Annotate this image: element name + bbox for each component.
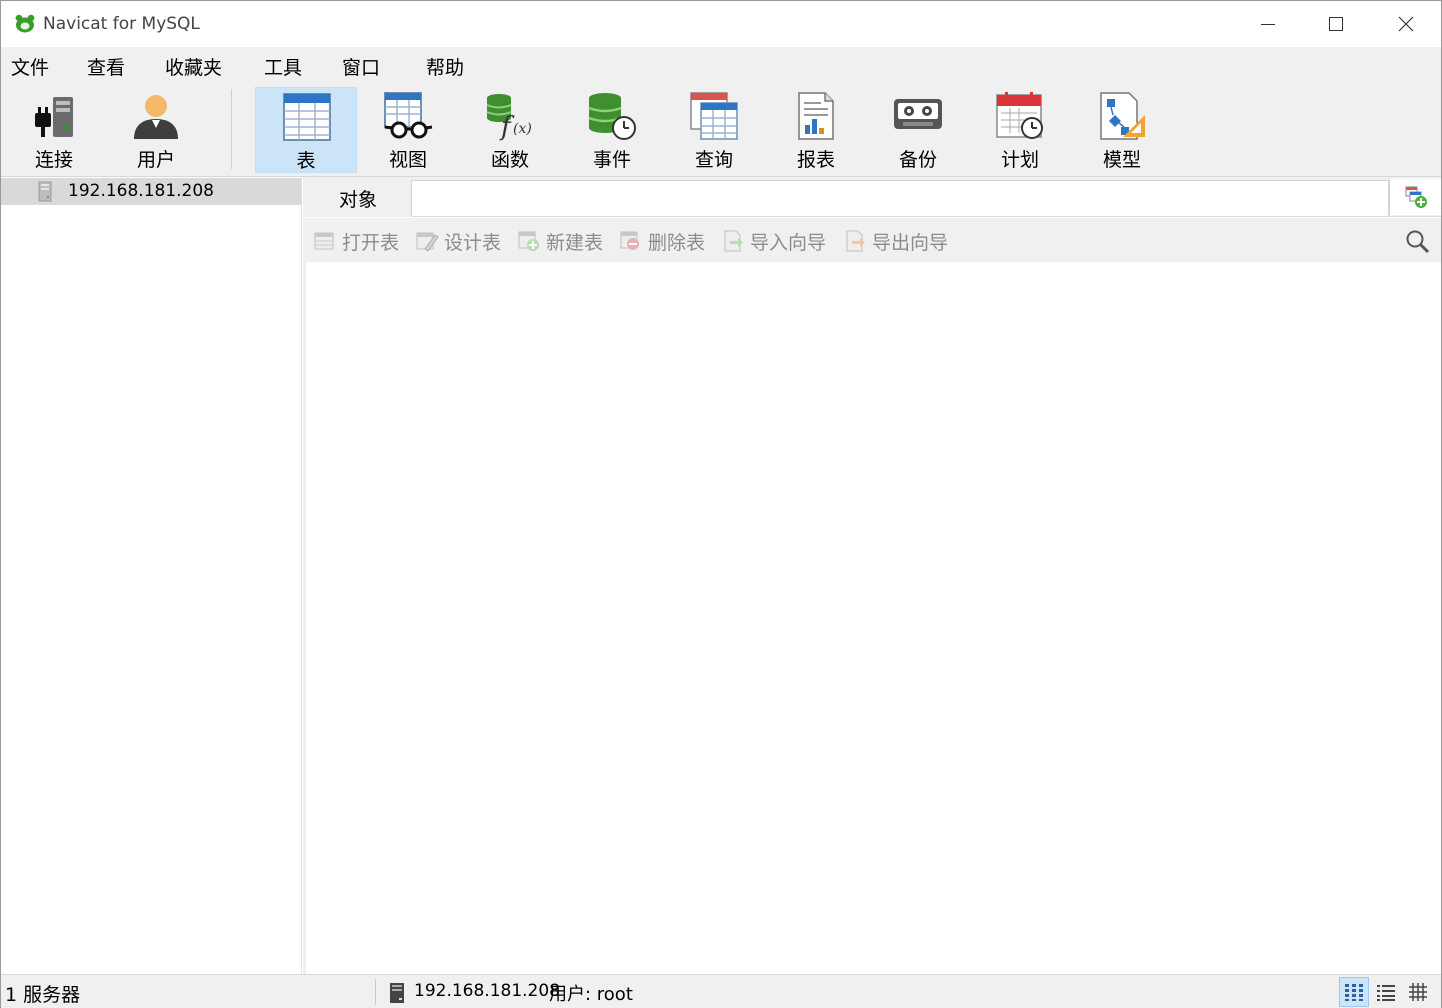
query-label: 查询 <box>694 149 733 171</box>
status-divider <box>375 979 376 1005</box>
import-wizard-button[interactable]: 导入向导 <box>721 227 826 255</box>
connection-item[interactable]: 192.168.181.208 <box>1 178 301 205</box>
user-button[interactable]: 用户 <box>105 87 207 173</box>
tab-objects-label: 对象 <box>339 189 378 211</box>
search-button[interactable] <box>1405 229 1431 259</box>
new-tab-icon <box>1405 186 1427 208</box>
minimize-icon <box>1261 24 1275 25</box>
table-label: 表 <box>296 150 316 172</box>
backup-cassette-icon <box>894 99 942 129</box>
server-count: 1 服务器 <box>5 984 81 1006</box>
menu-bar: 文件 查看 收藏夹 工具 窗口 帮助 <box>1 47 1441 83</box>
new-table-label: 新建表 <box>546 231 604 254</box>
schedule-label: 计划 <box>1000 149 1039 171</box>
menu-tools[interactable]: 工具 <box>264 53 302 80</box>
import-wizard-label: 导入向导 <box>750 231 827 254</box>
view-label: 视图 <box>388 149 427 171</box>
plug-icon <box>35 97 73 137</box>
new-tab-button[interactable] <box>1389 179 1441 215</box>
grid-view-button[interactable] <box>1339 977 1369 1007</box>
view-button[interactable]: 视图 <box>357 87 459 173</box>
detail-view-button[interactable] <box>1403 977 1433 1007</box>
connect-label: 连接 <box>34 149 73 171</box>
design-table-button[interactable]: 设计表 <box>415 227 501 255</box>
backup-button[interactable]: 备份 <box>867 87 969 173</box>
event-label: 事件 <box>592 149 631 171</box>
menu-favorites[interactable]: 收藏夹 <box>165 53 222 80</box>
window-title: Navicat for MySQL <box>43 14 200 34</box>
connection-label: 192.168.181.208 <box>68 181 215 201</box>
event-clock-icon <box>588 93 636 140</box>
model-icon <box>1100 92 1145 140</box>
table-icon <box>283 93 331 141</box>
export-wizard-button[interactable]: 导出向导 <box>843 227 948 255</box>
delete-table-button[interactable]: 删除表 <box>619 227 705 255</box>
svg-text:(x): (x) <box>513 121 532 137</box>
export-icon <box>846 230 865 252</box>
app-window: Navicat for MySQL 文件 查看 收藏夹 工具 窗口 帮助 连接 … <box>0 0 1442 1008</box>
tab-objects[interactable]: 对象 <box>303 177 411 217</box>
function-icon: f (x) <box>486 94 532 141</box>
user-label: 用户 <box>136 149 175 171</box>
maximize-button[interactable] <box>1301 1 1371 47</box>
close-icon <box>1398 16 1414 32</box>
design-table-icon <box>416 232 439 252</box>
new-table-button[interactable]: 新建表 <box>517 227 603 255</box>
import-icon <box>724 230 743 252</box>
navicat-logo-icon <box>15 14 35 33</box>
report-label: 报表 <box>796 149 835 171</box>
object-tab-bar: 对象 <box>303 177 1441 217</box>
open-table-button[interactable]: 打开表 <box>313 227 399 255</box>
list-view-button[interactable] <box>1371 977 1401 1007</box>
report-icon <box>798 92 834 140</box>
function-button[interactable]: f (x) 函数 <box>459 87 561 173</box>
table-button[interactable]: 表 <box>255 87 357 173</box>
status-host: 192.168.181.208 <box>414 981 561 1001</box>
main-toolbar: 连接 用户 表 视图 f (x) 函数 事件 查询 报表 备份 计划 模型 <box>1 83 1441 177</box>
tab-strip <box>411 180 1389 216</box>
object-toolbar: 打开表 设计表 新建表 删除表 导入向导 导出向导 <box>303 218 1441 262</box>
menu-file[interactable]: 文件 <box>11 53 49 80</box>
user-icon <box>134 95 178 139</box>
query-button[interactable]: 查询 <box>663 87 765 173</box>
menu-window[interactable]: 窗口 <box>342 53 380 80</box>
connect-button[interactable]: 连接 <box>3 87 105 173</box>
model-label: 模型 <box>1102 149 1141 171</box>
report-button[interactable]: 报表 <box>765 87 867 173</box>
query-icon <box>690 92 738 140</box>
delete-table-icon <box>620 231 639 250</box>
schedule-calendar-icon <box>996 92 1043 139</box>
status-user: 用户: root <box>549 984 633 1005</box>
object-list-area[interactable] <box>303 262 1441 974</box>
open-table-icon <box>314 232 334 250</box>
model-button[interactable]: 模型 <box>1071 87 1173 173</box>
view-glasses-icon <box>384 92 433 139</box>
toolbar-separator <box>231 89 232 169</box>
grid-view-icon <box>1345 984 1363 1001</box>
function-label: 函数 <box>490 149 529 171</box>
title-bar: Navicat for MySQL <box>1 1 1441 47</box>
detail-view-icon <box>1409 983 1427 1001</box>
menu-view[interactable]: 查看 <box>87 53 125 80</box>
close-button[interactable] <box>1371 1 1441 47</box>
schedule-button[interactable]: 计划 <box>969 87 1071 173</box>
backup-label: 备份 <box>898 149 937 171</box>
export-wizard-label: 导出向导 <box>872 231 949 254</box>
menu-help[interactable]: 帮助 <box>426 53 464 80</box>
maximize-icon <box>1329 17 1343 31</box>
delete-table-label: 删除表 <box>648 231 706 254</box>
server-status-icon <box>390 983 404 1003</box>
minimize-button[interactable] <box>1233 1 1303 47</box>
open-table-label: 打开表 <box>342 231 400 254</box>
new-table-icon <box>518 231 539 251</box>
connection-tree[interactable]: 192.168.181.208 <box>1 177 302 974</box>
event-button[interactable]: 事件 <box>561 87 663 173</box>
status-bar: 1 服务器 192.168.181.208 用户: root <box>1 974 1441 1008</box>
design-table-label: 设计表 <box>444 231 502 254</box>
server-icon <box>38 181 52 202</box>
search-icon <box>1406 230 1430 254</box>
list-view-icon <box>1377 985 1395 1001</box>
